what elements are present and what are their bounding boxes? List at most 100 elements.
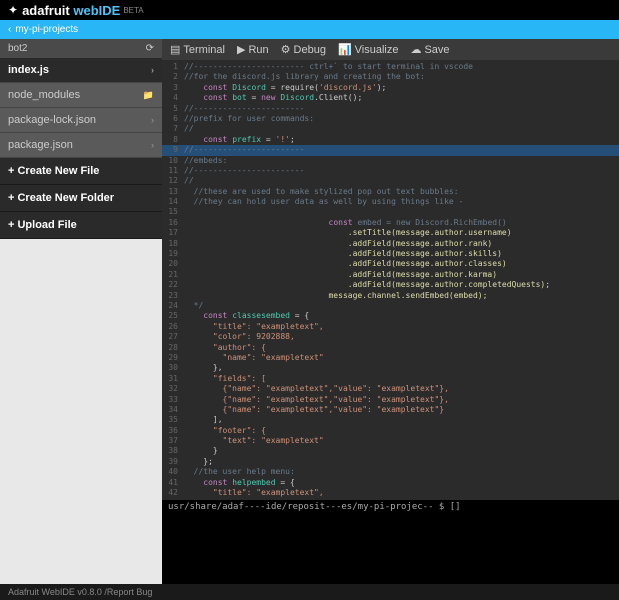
line-number: 22	[162, 280, 184, 290]
code-line[interactable]: 33 {"name": "exampletext","value": "exam…	[162, 395, 619, 405]
code-line[interactable]: 14 //they can hold user data as well by …	[162, 197, 619, 207]
save-button[interactable]: ☁Save	[410, 43, 449, 56]
code-line[interactable]: 2//for the discord.js library and creati…	[162, 72, 619, 82]
code-line[interactable]: 30 },	[162, 363, 619, 373]
code-line[interactable]: 36 "footer": {	[162, 426, 619, 436]
run-button[interactable]: ▶Run	[237, 43, 269, 56]
line-number: 31	[162, 374, 184, 384]
code-line[interactable]: 9//-----------------------	[162, 145, 619, 155]
line-number: 23	[162, 291, 184, 301]
debug-button[interactable]: ⚙Debug	[281, 43, 326, 56]
code-line[interactable]: 4 const bot = new Discord.Client();	[162, 93, 619, 103]
code-line[interactable]: 34 {"name": "exampletext","value": "exam…	[162, 405, 619, 415]
line-content: .addField(message.author.skills)	[184, 249, 502, 259]
code-line[interactable]: 41 const helpembed = {	[162, 478, 619, 488]
toolbar: ▤Terminal ▶Run ⚙Debug 📊Visualize ☁Save	[162, 39, 619, 60]
code-line[interactable]: 31 "fields": [	[162, 374, 619, 384]
folder-icon: 📁	[143, 90, 154, 101]
line-content: };	[184, 457, 213, 467]
code-line[interactable]: 18 .addField(message.author.rank)	[162, 239, 619, 249]
line-content: {"name": "exampletext","value": "example…	[184, 405, 444, 415]
code-line[interactable]: 23 message.channel.sendEmbed(embed);	[162, 291, 619, 301]
code-line[interactable]: 42 "title": "exampletext",	[162, 488, 619, 498]
line-content: //they can hold user data as well by usi…	[184, 197, 463, 207]
code-line[interactable]: 16 const embed = new Discord.RichEmbed()	[162, 218, 619, 228]
file-label: package.json	[8, 139, 73, 151]
code-line[interactable]: 25 const classesembed = {	[162, 311, 619, 321]
code-line[interactable]: 7//	[162, 124, 619, 134]
code-line[interactable]: 6//prefix for user commands:	[162, 114, 619, 124]
code-line[interactable]: 28 "author": {	[162, 343, 619, 353]
line-number: 18	[162, 239, 184, 249]
back-arrow-icon: ‹	[8, 24, 11, 35]
code-line[interactable]: 20 .addField(message.author.classes)	[162, 259, 619, 269]
code-line[interactable]: 22 .addField(message.author.completedQue…	[162, 280, 619, 290]
brand-1: adafruit	[22, 3, 70, 18]
code-line[interactable]: 21 .addField(message.author.karma)	[162, 270, 619, 280]
code-line[interactable]: 10//embeds:	[162, 156, 619, 166]
code-line[interactable]: 40 //the user help menu:	[162, 467, 619, 477]
line-content: .addField(message.author.classes)	[184, 259, 507, 269]
file-label: index.js	[8, 64, 49, 76]
line-number: 19	[162, 249, 184, 259]
file-item-node_modules[interactable]: node_modules📁	[0, 83, 162, 108]
action--upload-file[interactable]: + Upload File	[0, 212, 162, 239]
brand-text: adafruit webIDE	[22, 3, 120, 18]
line-content: //-----------------------	[184, 104, 304, 114]
file-item-index-js[interactable]: index.js ›	[0, 58, 162, 83]
line-number: 8	[162, 135, 184, 145]
code-line[interactable]: 3 const Discord = require('discord.js');	[162, 83, 619, 93]
line-number: 39	[162, 457, 184, 467]
code-line[interactable]: 27 "color": 9202888,	[162, 332, 619, 342]
code-line[interactable]: 15	[162, 207, 619, 217]
code-line[interactable]: 5//-----------------------	[162, 104, 619, 114]
line-number: 11	[162, 166, 184, 176]
code-line[interactable]: 13 //these are used to make stylized pop…	[162, 187, 619, 197]
code-line[interactable]: 29 "name": "exampletext"	[162, 353, 619, 363]
action--create-new-folder[interactable]: + Create New Folder	[0, 185, 162, 212]
file-item-package-lock-json[interactable]: package-lock.json›	[0, 108, 162, 133]
code-line[interactable]: 11//-----------------------	[162, 166, 619, 176]
sidebar: bot2 ⟳ index.js›node_modules📁package-loc…	[0, 39, 162, 587]
line-number: 40	[162, 467, 184, 477]
terminal-button[interactable]: ▤Terminal	[170, 43, 225, 56]
code-line[interactable]: 37 "text": "exampletext"	[162, 436, 619, 446]
code-editor[interactable]: 1//----------------------- ctrl+` to sta…	[162, 60, 619, 587]
line-number: 25	[162, 311, 184, 321]
line-content: const prefix = '!';	[184, 135, 295, 145]
line-content: "title": "exampletext",	[184, 322, 324, 332]
line-content: //	[184, 124, 194, 134]
line-number: 30	[162, 363, 184, 373]
terminal-icon: ▤	[170, 43, 180, 56]
code-line[interactable]: 38 }	[162, 446, 619, 456]
line-content: //-----------------------	[184, 145, 304, 155]
chevron-right-icon: ›	[151, 140, 154, 150]
toolbar-label: Save	[424, 44, 449, 56]
file-item-package-json[interactable]: package.json ›	[0, 133, 162, 158]
code-line[interactable]: 39 };	[162, 457, 619, 467]
code-line[interactable]: 19 .addField(message.author.skills)	[162, 249, 619, 259]
code-line[interactable]: 35 ],	[162, 415, 619, 425]
line-number: 14	[162, 197, 184, 207]
breadcrumb[interactable]: ‹ my-pi-projects	[0, 20, 619, 39]
beta-badge: BETA	[123, 6, 143, 15]
code-line[interactable]: 24 */	[162, 301, 619, 311]
terminal-panel[interactable]: usr/share/adaf----ide/reposit---es/my-pi…	[162, 500, 619, 587]
footer-text[interactable]: Adafruit WebIDE v0.8.0 /Report Bug	[8, 587, 152, 597]
line-content: const embed = new Discord.RichEmbed()	[184, 218, 507, 228]
action--create-new-file[interactable]: + Create New File	[0, 158, 162, 185]
refresh-icon[interactable]: ⟳	[146, 43, 154, 54]
chevron-right-icon: ›	[151, 65, 154, 75]
code-line[interactable]: 1//----------------------- ctrl+` to sta…	[162, 62, 619, 72]
code-line[interactable]: 26 "title": "exampletext",	[162, 322, 619, 332]
code-line[interactable]: 8 const prefix = '!';	[162, 135, 619, 145]
code-line[interactable]: 12//	[162, 176, 619, 186]
line-number: 34	[162, 405, 184, 415]
code-line[interactable]: 17 .setTitle(message.author.username)	[162, 228, 619, 238]
line-content: .setTitle(message.author.username)	[184, 228, 512, 238]
line-number: 33	[162, 395, 184, 405]
line-content: //the user help menu:	[184, 467, 295, 477]
line-number: 20	[162, 259, 184, 269]
visualize-button[interactable]: 📊Visualize	[338, 43, 399, 56]
code-line[interactable]: 32 {"name": "exampletext","value": "exam…	[162, 384, 619, 394]
